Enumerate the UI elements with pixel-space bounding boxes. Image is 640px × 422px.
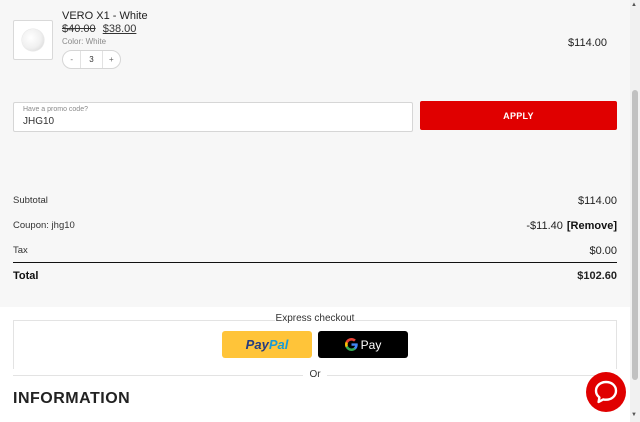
coupon-row: Coupon: jhg10 -$11.40 [Remove] <box>13 220 617 232</box>
product-image <box>22 29 44 51</box>
paypal-logo-part-2: Pal <box>268 337 289 352</box>
or-separator: Or <box>309 369 321 380</box>
quantity-value[interactable]: 3 <box>80 51 103 68</box>
paypal-logo-part-1: Pay <box>245 337 269 352</box>
total-divider <box>13 262 617 263</box>
tax-value: $0.00 <box>589 245 617 257</box>
scroll-down-arrow-icon[interactable]: ▼ <box>631 412 637 418</box>
remove-coupon-link[interactable]: [Remove] <box>567 220 617 232</box>
original-price: $40.00 <box>62 23 96 35</box>
or-divider-left <box>13 375 303 376</box>
apply-promo-button[interactable]: APPLY <box>420 101 617 130</box>
paypal-button[interactable]: Pay Pal <box>222 331 312 358</box>
total-label: Total <box>13 270 39 282</box>
subtotal-row: Subtotal $114.00 <box>13 195 617 207</box>
product-variant: Color: White <box>62 37 107 46</box>
decrease-quantity-button[interactable]: - <box>63 55 80 64</box>
subtotal-value: $114.00 <box>578 195 617 207</box>
chat-button[interactable] <box>586 372 626 412</box>
sale-price: $38.00 <box>102 23 137 35</box>
page-scrollbar[interactable]: ▲ ▼ <box>630 0 640 422</box>
total-value: $102.60 <box>577 270 617 282</box>
coupon-value: -$11.40 <box>526 220 563 232</box>
express-checkout-title: Express checkout <box>275 313 355 324</box>
scroll-up-arrow-icon[interactable]: ▲ <box>631 2 637 8</box>
scrollbar-thumb[interactable] <box>632 90 638 380</box>
product-price: $40.00 $38.00 <box>62 23 136 35</box>
subtotal-label: Subtotal <box>13 195 48 206</box>
google-pay-label: Pay <box>360 337 382 352</box>
express-checkout-box <box>13 320 617 369</box>
information-heading: INFORMATION <box>13 390 131 407</box>
product-thumbnail <box>13 20 53 60</box>
google-g-icon <box>344 338 358 351</box>
tax-row: Tax $0.00 <box>13 245 617 257</box>
or-divider-right <box>327 375 617 376</box>
order-summary-panel: VERO X1 - White $40.00 $38.00 Color: Whi… <box>0 0 630 307</box>
increase-quantity-button[interactable]: + <box>103 55 120 64</box>
promo-code-field[interactable]: Have a promo code? <box>13 102 413 132</box>
google-pay-button[interactable]: Pay <box>318 331 408 358</box>
promo-code-input[interactable] <box>23 116 393 127</box>
coupon-label: Coupon: jhg10 <box>13 220 75 231</box>
tax-label: Tax <box>13 245 28 256</box>
product-name: VERO X1 - White <box>62 10 148 22</box>
total-row: Total $102.60 <box>13 270 617 282</box>
quantity-stepper: - 3 + <box>62 50 121 69</box>
chat-bubble-icon <box>594 380 618 404</box>
coupon-discount: -$11.40 [Remove] <box>526 220 617 232</box>
promo-code-label: Have a promo code? <box>23 106 88 113</box>
line-total: $114.00 <box>568 37 607 49</box>
